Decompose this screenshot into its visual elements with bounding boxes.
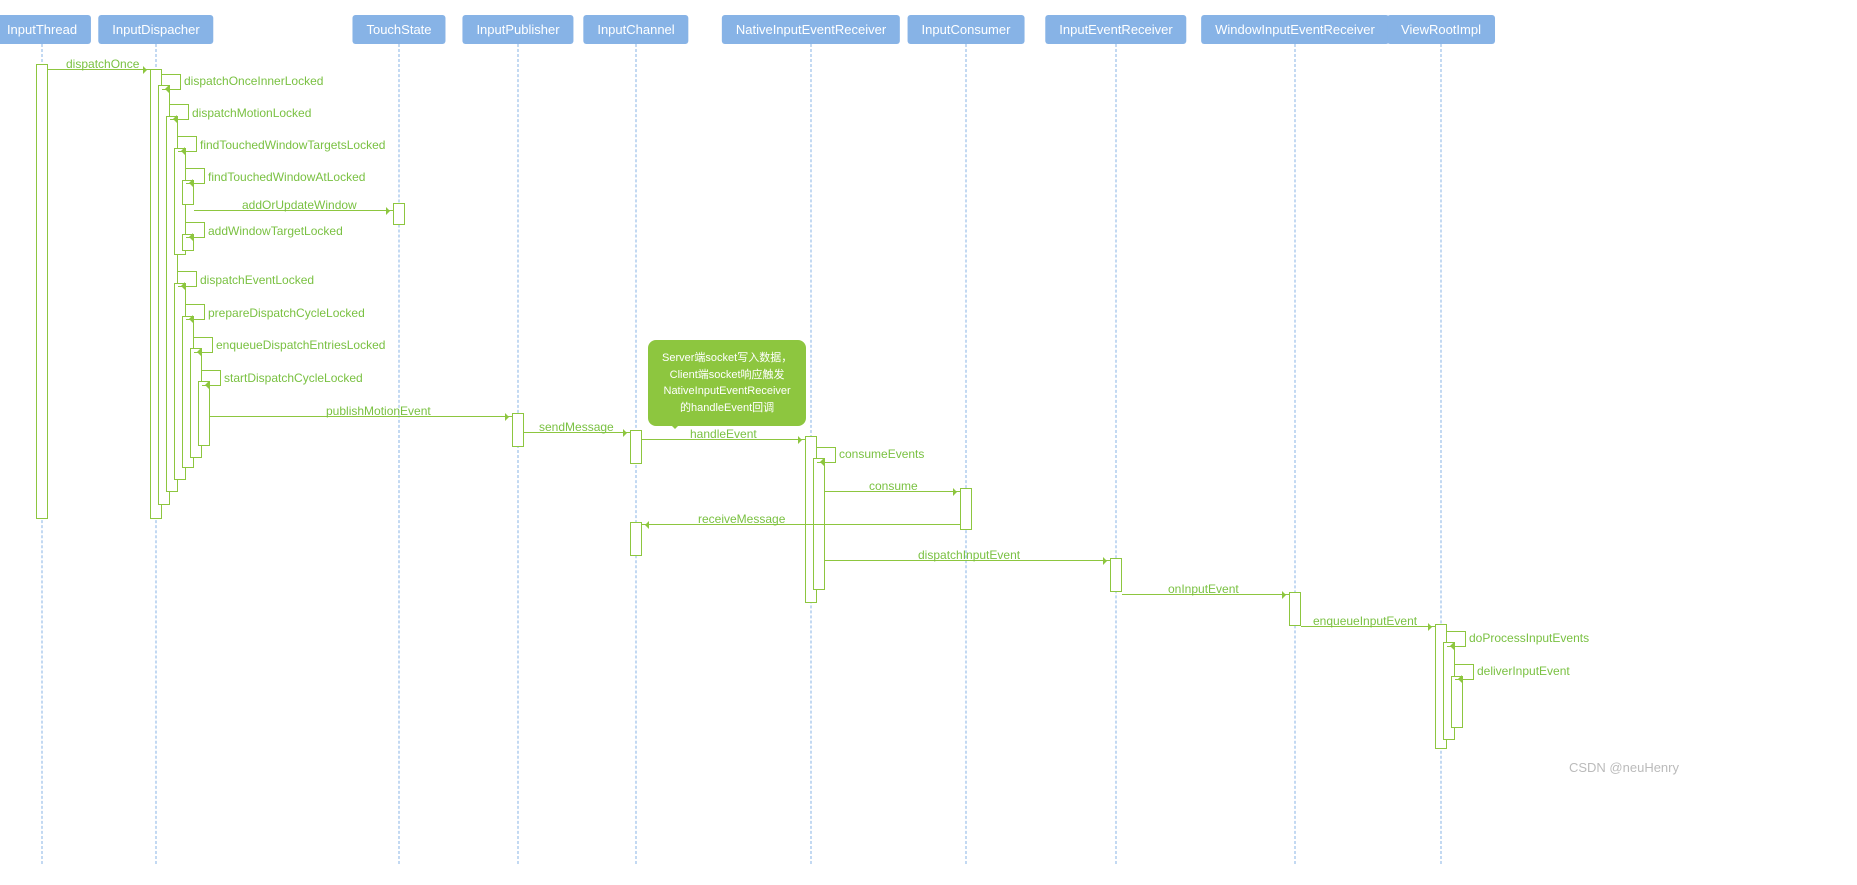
message-label: dispatchEventLocked (200, 273, 314, 287)
activation-bar (198, 381, 210, 446)
lifeline (1116, 44, 1117, 864)
self-arrow (817, 447, 836, 463)
activation-bar (1289, 592, 1301, 626)
message-label: startDispatchCycleLocked (224, 371, 363, 385)
self-arrow (170, 104, 189, 120)
message-label: dispatchInputEvent (918, 548, 1020, 562)
participant-header: ViewRootImpl (1387, 15, 1495, 44)
activation-bar (1110, 558, 1122, 592)
self-arrow (202, 370, 221, 386)
message-label: dispatchOnceInnerLocked (184, 74, 323, 88)
message-label: consume (869, 479, 918, 493)
message-label: consumeEvents (839, 447, 924, 461)
note-line: Client端socket响应触发 (670, 369, 785, 381)
message-label: enqueueInputEvent (1313, 614, 1417, 628)
self-arrow (186, 304, 205, 320)
self-arrow (1455, 664, 1474, 680)
message-label: findTouchedWindowAtLocked (208, 170, 365, 184)
note-line: Server端socket写入数据， (662, 352, 792, 364)
lifeline (518, 44, 519, 864)
activation-bar (393, 203, 405, 225)
message-label: receiveMessage (698, 512, 785, 526)
participant-header: InputChannel (583, 15, 688, 44)
participant-header: InputPublisher (462, 15, 573, 44)
message-label: onInputEvent (1168, 582, 1239, 596)
lifeline (399, 44, 400, 864)
message-label: enqueueDispatchEntriesLocked (216, 338, 385, 352)
self-arrow (186, 168, 205, 184)
note-line: 的handleEvent回调 (680, 402, 774, 414)
activation-bar (512, 413, 524, 447)
message-label: findTouchedWindowTargetsLocked (200, 138, 385, 152)
message-label: prepareDispatchCycleLocked (208, 306, 365, 320)
self-arrow (178, 136, 197, 152)
message-label: dispatchOnce (66, 57, 139, 71)
message-label: sendMessage (539, 420, 614, 434)
message-label: publishMotionEvent (326, 404, 431, 418)
message-label: handleEvent (690, 427, 757, 441)
watermark: CSDN @neuHenry (1569, 760, 1679, 775)
note-bubble: Server端socket写入数据， Client端socket响应触发 Nat… (648, 340, 806, 426)
participant-header: NativeInputEventReceiver (722, 15, 900, 44)
note-line: NativeInputEventReceiver (664, 385, 791, 397)
participant-header: TouchState (352, 15, 445, 44)
self-arrow (178, 271, 197, 287)
participant-header: InputThread (0, 15, 91, 44)
message-label: deliverInputEvent (1477, 664, 1570, 678)
message-label: addWindowTargetLocked (208, 224, 343, 238)
participant-header: WindowInputEventReceiver (1201, 15, 1389, 44)
self-arrow (162, 74, 181, 90)
message-label: doProcessInputEvents (1469, 631, 1589, 645)
self-arrow (194, 337, 213, 353)
self-arrow (186, 222, 205, 238)
self-arrow (1447, 631, 1466, 647)
lifeline (1295, 44, 1296, 864)
message-label: addOrUpdateWindow (242, 198, 357, 212)
activation-bar (36, 64, 48, 519)
message-arrow (642, 524, 960, 525)
participant-header: InputEventReceiver (1045, 15, 1186, 44)
participant-header: InputDispacher (98, 15, 213, 44)
activation-bar (1451, 676, 1463, 728)
lifeline (966, 44, 967, 864)
activation-bar (960, 488, 972, 530)
participant-header: InputConsumer (908, 15, 1025, 44)
message-label: dispatchMotionLocked (192, 106, 311, 120)
activation-bar (630, 430, 642, 464)
